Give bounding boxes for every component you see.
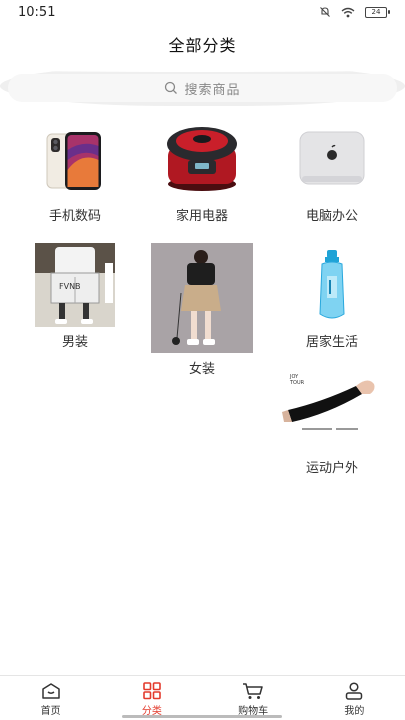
water-bottle-image (319, 250, 345, 319)
category-menswear[interactable]: FVNB 男装 (15, 243, 135, 353)
search-placeholder: 搜索商品 (184, 82, 241, 98)
category-home-living[interactable]: 居家生活 (272, 243, 392, 353)
arm-sleeve-image: JOY TOUR (282, 370, 382, 440)
category-label: 居家生活 (305, 335, 358, 350)
menswear-image: FVNB (35, 243, 115, 327)
category-label: 女装 (188, 362, 215, 377)
status-time: 10:51 (18, 5, 56, 20)
category-grid-icon (143, 682, 161, 700)
phone-product-image (46, 132, 101, 190)
search-input[interactable]: 搜索商品 (8, 74, 397, 102)
home-indicator (122, 715, 282, 718)
battery-icon: 24 (365, 6, 390, 18)
tab-category[interactable]: 分类 (101, 676, 202, 720)
tab-home[interactable]: 首页 (0, 676, 101, 720)
wifi-icon (341, 7, 355, 17)
svg-text:FVNB: FVNB (59, 282, 81, 291)
category-label: 电脑办公 (305, 209, 358, 224)
category-label: 手机数码 (48, 209, 101, 224)
category-sports-outdoor[interactable]: JOY TOUR 运动户外 (272, 368, 392, 478)
svg-text:TOUR: TOUR (289, 380, 305, 386)
category-computers[interactable]: 电脑办公 (272, 118, 392, 228)
category-label: 男装 (61, 335, 88, 350)
search-area: 搜索商品 (0, 66, 405, 106)
category-label: 家用电器 (175, 209, 228, 224)
womenswear-image (151, 243, 253, 353)
status-bar: 10:51 24 (0, 0, 405, 26)
category-phones[interactable]: 手机数码 (15, 118, 135, 228)
tab-profile-label: 我的 (344, 706, 365, 717)
category-label: 运动户外 (305, 461, 358, 476)
battery-level: 24 (371, 7, 381, 16)
title-bar: 全部分类 (0, 26, 405, 66)
category-womenswear[interactable]: 女装 (142, 243, 262, 378)
home-icon (41, 683, 60, 699)
bottom-tab-bar: 首页 分类 购物车 我的 (0, 675, 405, 720)
search-icon (165, 81, 178, 94)
tab-home-label: 首页 (40, 706, 61, 717)
cart-icon (243, 683, 263, 699)
tab-profile[interactable]: 我的 (304, 676, 405, 720)
rice-cooker-image (167, 127, 237, 191)
mac-mini-image (299, 131, 365, 185)
category-appliances[interactable]: 家用电器 (142, 118, 262, 228)
mute-bell-icon (320, 7, 330, 17)
user-icon (346, 682, 363, 700)
page-title: 全部分类 (168, 36, 237, 55)
tab-cart[interactable]: 购物车 (203, 676, 304, 720)
status-icons: 24 (319, 6, 390, 18)
